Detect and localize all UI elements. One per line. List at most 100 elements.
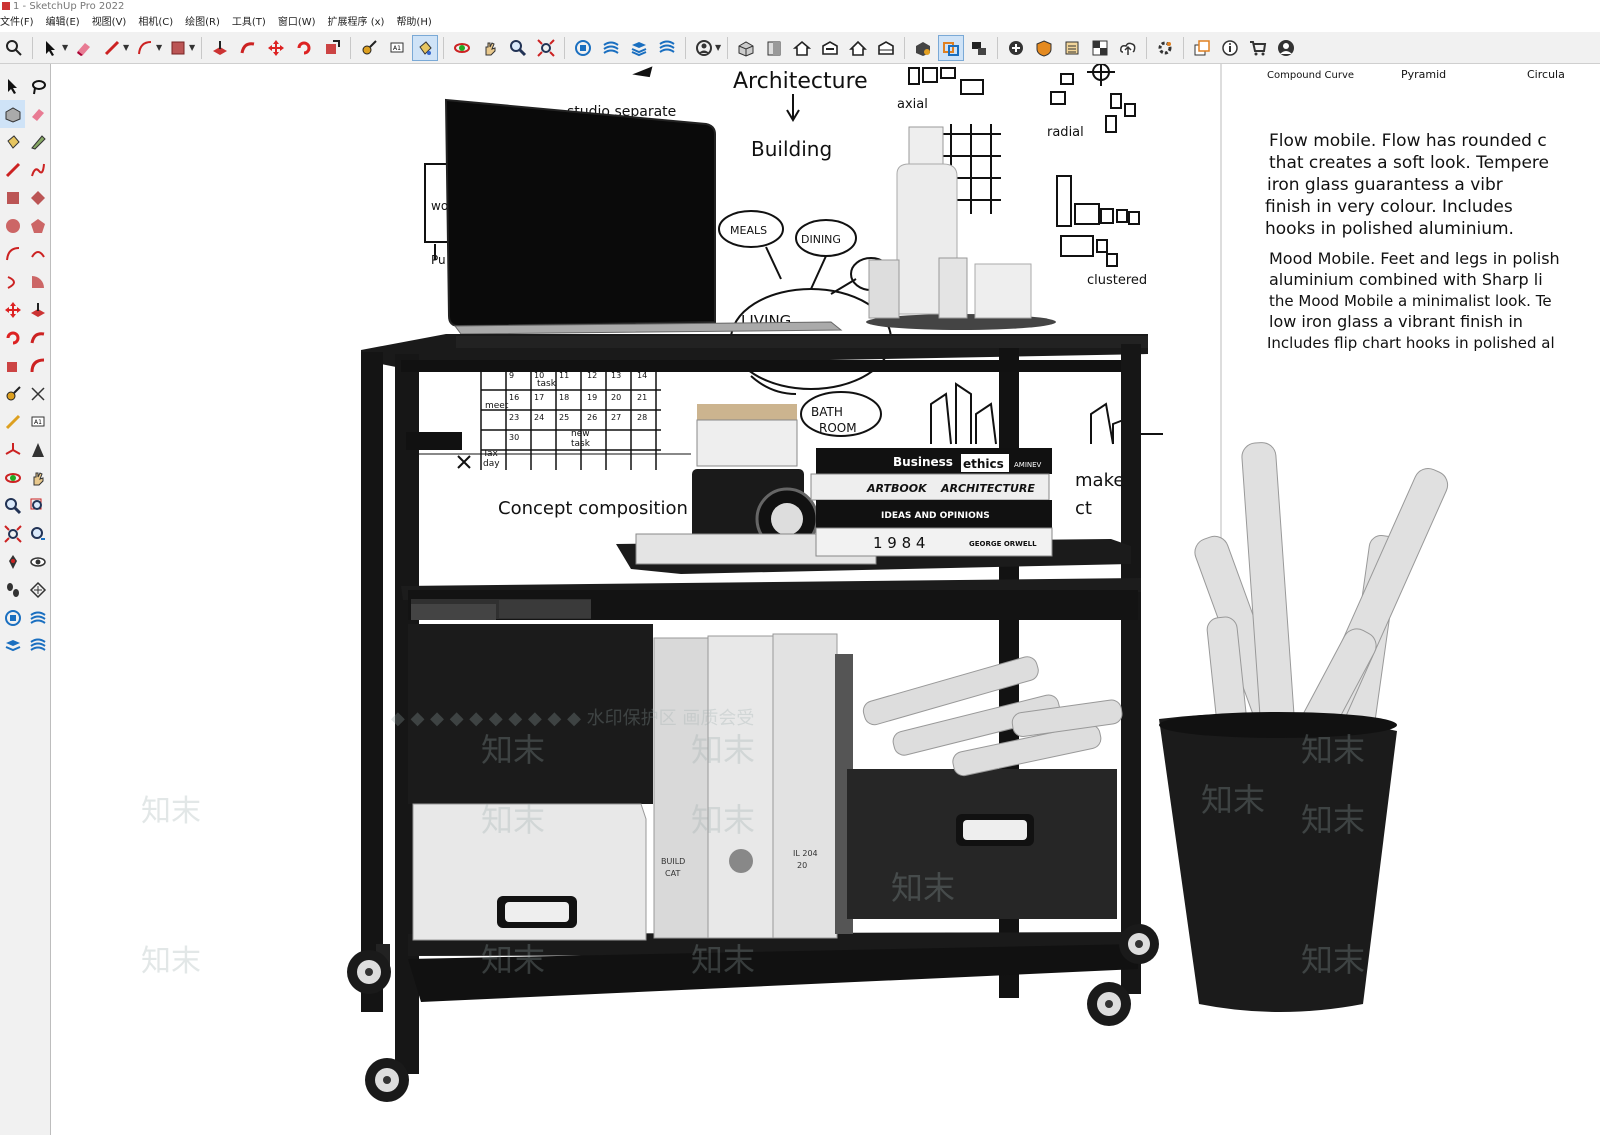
chevron-down-icon[interactable]: ▼ xyxy=(189,43,197,52)
fog-icon[interactable] xyxy=(1060,36,1084,60)
styles-icon[interactable] xyxy=(25,632,50,660)
follow-me-icon[interactable] xyxy=(236,36,260,60)
scale-icon[interactable] xyxy=(320,36,344,60)
pencil-icon[interactable] xyxy=(100,36,124,60)
3d-text-icon[interactable] xyxy=(25,436,50,464)
axes-icon[interactable] xyxy=(0,436,25,464)
house-icon[interactable] xyxy=(790,36,814,60)
menu-tools[interactable]: 工具(T) xyxy=(226,14,272,32)
text-icon[interactable]: A1 xyxy=(25,408,50,436)
shadow-icon[interactable] xyxy=(1032,36,1056,60)
scale-icon[interactable] xyxy=(0,352,25,380)
chevron-down-icon[interactable]: ▼ xyxy=(62,43,70,52)
scenes-icon[interactable] xyxy=(967,36,991,60)
front-view-icon[interactable] xyxy=(762,36,786,60)
make-component-icon[interactable] xyxy=(0,100,25,128)
polygon-icon[interactable] xyxy=(25,212,50,240)
upload-icon[interactable] xyxy=(1116,36,1140,60)
top-view-icon[interactable] xyxy=(818,36,842,60)
eraser-icon[interactable] xyxy=(72,36,96,60)
section-plane-icon[interactable] xyxy=(25,576,50,604)
offset-icon[interactable] xyxy=(25,352,50,380)
select-icon[interactable] xyxy=(39,36,63,60)
lasso-icon[interactable] xyxy=(25,72,50,100)
model-viewport[interactable]: Architecture Building axial radial clust… xyxy=(51,64,1600,1135)
rotate-icon[interactable] xyxy=(0,324,25,352)
push-pull-icon[interactable] xyxy=(208,36,232,60)
pan-icon[interactable] xyxy=(478,36,502,60)
position-camera-icon[interactable] xyxy=(0,548,25,576)
book2-title-a: ARTBOOK xyxy=(866,482,928,495)
zoom-window-icon[interactable] xyxy=(25,492,50,520)
styles-icon[interactable] xyxy=(655,36,679,60)
line-icon[interactable] xyxy=(0,156,25,184)
layers-icon[interactable] xyxy=(0,632,25,660)
cart-icon[interactable] xyxy=(1246,36,1270,60)
menu-edit[interactable]: 编辑(E) xyxy=(40,14,86,32)
arc-icon[interactable] xyxy=(133,36,157,60)
profile-icon[interactable] xyxy=(1274,36,1298,60)
two-point-arc-icon[interactable] xyxy=(25,240,50,268)
warehouse-icon[interactable] xyxy=(0,604,25,632)
section-plane-icon[interactable] xyxy=(938,34,964,61)
orbit-icon[interactable] xyxy=(0,464,25,492)
rectangle-icon[interactable] xyxy=(166,36,190,60)
select-icon[interactable] xyxy=(0,72,25,100)
rotate-icon[interactable] xyxy=(292,36,316,60)
menu-view[interactable]: 视图(V) xyxy=(86,14,133,32)
menu-extensions[interactable]: 扩展程序 (x) xyxy=(322,14,391,32)
menu-draw[interactable]: 绘图(R) xyxy=(179,14,226,32)
chevron-down-icon[interactable]: ▼ xyxy=(123,43,131,52)
home-icon[interactable] xyxy=(846,36,870,60)
walk-icon[interactable] xyxy=(0,576,25,604)
rectangle-icon[interactable] xyxy=(0,184,25,212)
menu-window[interactable]: 窗口(W) xyxy=(272,14,322,32)
tag-icon[interactable] xyxy=(25,128,50,156)
text-icon[interactable]: A1 xyxy=(385,36,409,60)
account-icon[interactable] xyxy=(692,36,716,60)
pan-icon[interactable] xyxy=(25,464,50,492)
pie-icon[interactable] xyxy=(25,268,50,296)
iso-view-icon[interactable] xyxy=(734,36,758,60)
section-icon[interactable] xyxy=(874,36,898,60)
zoom-icon[interactable] xyxy=(0,492,25,520)
rotated-rectangle-icon[interactable] xyxy=(25,184,50,212)
paint-bucket-icon[interactable] xyxy=(0,128,25,156)
tape-measure-icon[interactable] xyxy=(0,380,25,408)
zoom-extents-icon[interactable] xyxy=(534,36,558,60)
settings-icon[interactable] xyxy=(1153,36,1177,60)
orbit-icon[interactable] xyxy=(450,36,474,60)
menu-file[interactable]: 文件(F) xyxy=(0,14,40,32)
warehouse-icon[interactable] xyxy=(571,36,595,60)
extension-icon[interactable] xyxy=(599,36,623,60)
solid-tools-icon[interactable] xyxy=(911,36,935,60)
dimension-icon[interactable] xyxy=(25,380,50,408)
arc-icon[interactable] xyxy=(0,240,25,268)
chevron-down-icon[interactable]: ▼ xyxy=(715,43,723,52)
add-location-icon[interactable] xyxy=(1004,36,1028,60)
chevron-down-icon[interactable]: ▼ xyxy=(156,43,164,52)
follow-me-icon[interactable] xyxy=(25,324,50,352)
three-point-arc-icon[interactable] xyxy=(0,268,25,296)
zoom-extents-icon[interactable] xyxy=(0,520,25,548)
previous-view-icon[interactable] xyxy=(25,520,50,548)
menu-camera[interactable]: 相机(C) xyxy=(132,14,179,32)
move-icon[interactable] xyxy=(264,36,288,60)
circle-icon[interactable] xyxy=(0,212,25,240)
search-icon[interactable] xyxy=(2,36,26,60)
freehand-icon[interactable] xyxy=(25,156,50,184)
zoom-icon[interactable] xyxy=(506,36,530,60)
protractor-icon[interactable] xyxy=(0,408,25,436)
tape-measure-icon[interactable] xyxy=(357,36,381,60)
look-around-icon[interactable] xyxy=(25,548,50,576)
eraser-icon[interactable] xyxy=(25,100,50,128)
menu-help[interactable]: 帮助(H) xyxy=(390,14,437,32)
move-icon[interactable] xyxy=(0,296,25,324)
paint-bucket-icon[interactable] xyxy=(412,34,438,61)
outliner-icon[interactable] xyxy=(1190,36,1214,60)
info-icon[interactable] xyxy=(1218,36,1242,60)
push-pull-icon[interactable] xyxy=(25,296,50,324)
layers-icon[interactable] xyxy=(627,36,651,60)
photo-match-icon[interactable] xyxy=(1088,36,1112,60)
extension-icon[interactable] xyxy=(25,604,50,632)
